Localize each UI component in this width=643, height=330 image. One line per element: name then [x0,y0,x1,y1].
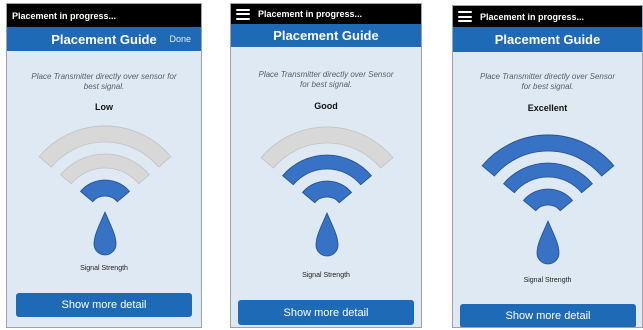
status-bar: Placement in progress... [7,4,201,27]
signal-strength-graphic [260,126,394,257]
signal-level-text: Good [314,101,338,111]
phone-screen-low: Placement in progress... Placement Guide… [6,3,202,328]
page-title: Placement Guide [51,31,157,47]
signal-strength-label: Signal Strength [523,277,572,284]
phone-screen-excellent: Placement in progress... Placement Guide… [452,5,643,328]
show-more-detail-button[interactable]: Show more detail [238,300,414,325]
signal-bar-2-inactive [60,153,150,185]
nav-bar: Placement Guide [453,27,642,52]
instruction-text: Place Transmitter directly over Sensor f… [479,72,615,91]
status-text: Placement in progress... [12,10,117,21]
drop-icon [315,211,339,257]
menu-icon[interactable] [458,11,472,22]
menu-icon[interactable] [236,8,250,20]
signal-bar-2-active [282,154,372,186]
drop-icon [93,210,117,256]
show-more-detail-button[interactable]: Show more detail [16,293,192,317]
page-title: Placement Guide [273,28,379,43]
signal-strength-graphic [481,134,615,265]
signal-bar-1-active [79,179,131,203]
status-bar: Placement in progress... [453,6,642,27]
phone-screen-good: Placement in progress... Placement Guide… [230,3,422,328]
instruction-text: Place Transmitter directly over sensor f… [31,72,177,91]
signal-bar-1-active [301,180,353,204]
status-bar: Placement in progress... [231,4,421,24]
instruction-text: Place Transmitter directly over Sensor f… [258,70,394,89]
status-text: Placement in progress... [258,9,363,19]
drop-icon [536,219,560,265]
signal-level-text: Excellent [527,103,568,113]
signal-level-text: Low [95,102,113,112]
signal-strength-label: Signal Strength [80,265,128,272]
signal-bar-2-active [503,162,593,194]
signal-strength-graphic [38,125,172,256]
signal-strength-label: Signal Strength [302,272,350,279]
done-button[interactable]: Done [169,34,191,44]
signal-bar-1-active [522,188,574,212]
page-title: Placement Guide [494,32,601,47]
show-more-detail-button[interactable]: Show more detail [460,304,636,327]
nav-bar: Placement Guide [231,24,421,47]
status-text: Placement in progress... [480,11,585,22]
nav-bar: Placement Guide Done [7,27,201,51]
